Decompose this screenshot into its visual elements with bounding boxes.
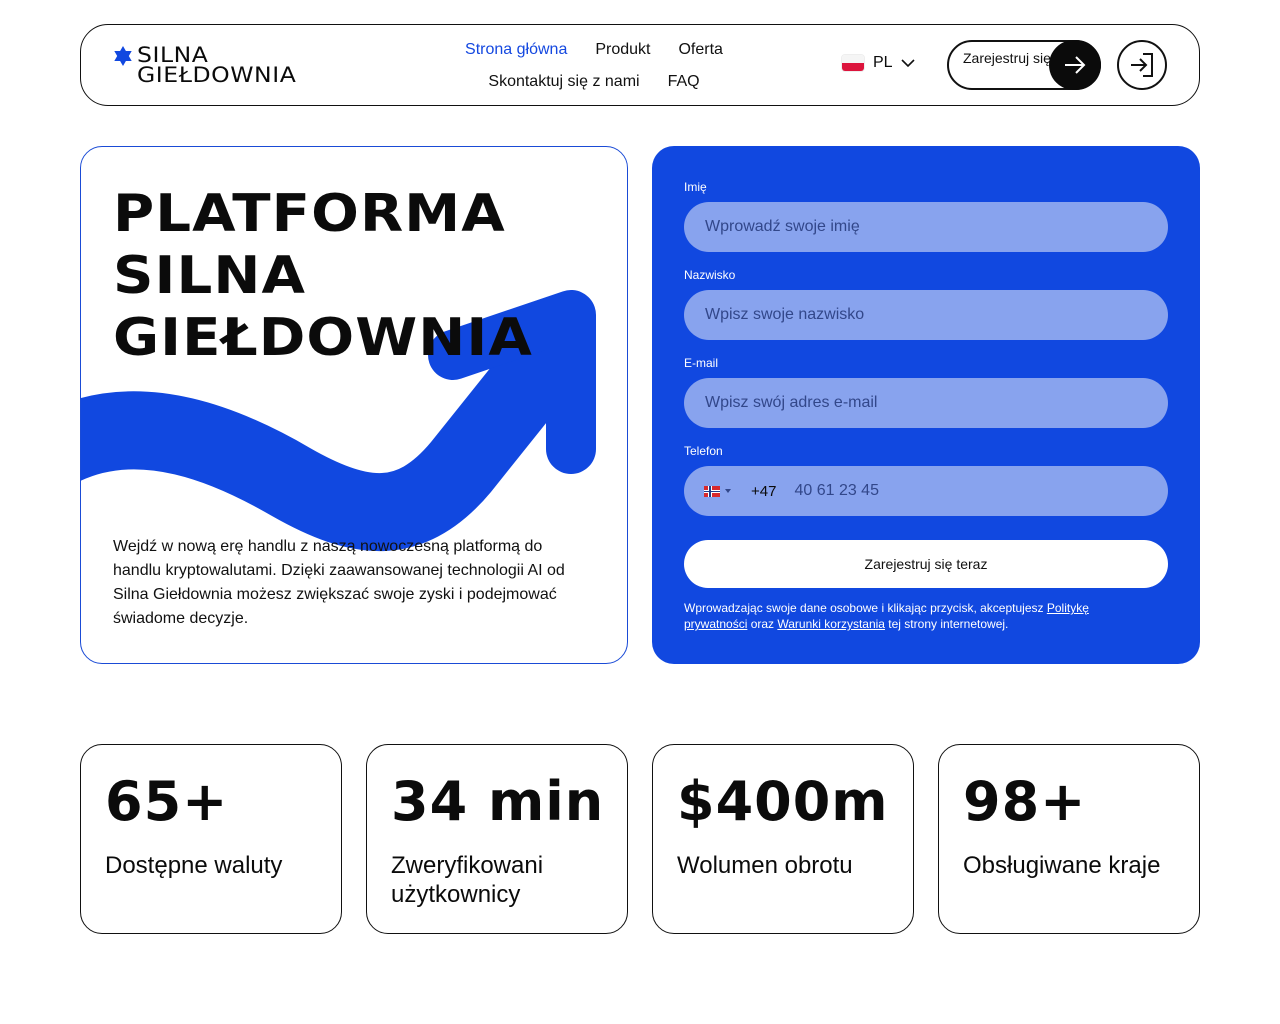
registration-form: Imię Nazwisko E-mail Telefon +47 Zarejes…	[652, 146, 1200, 664]
nav-link-faq[interactable]: FAQ	[668, 71, 700, 93]
hero-title-line-1: PLATFORMA	[113, 184, 506, 244]
phone-field: +47	[684, 466, 1168, 516]
legal-notice: Wprowadzając swoje dane osobowe i klikaj…	[684, 600, 1144, 632]
legal-text-after: tej strony internetowej.	[884, 617, 1009, 631]
norway-flag-icon[interactable]	[704, 485, 720, 497]
signup-arrow-circle	[1049, 40, 1101, 90]
first-name-label: Imię	[684, 180, 707, 194]
logo-line-2: GIEŁDOWNIA	[137, 63, 297, 87]
nav-link-contact[interactable]: Skontaktuj się z nami	[488, 71, 639, 93]
country-caret-icon[interactable]	[725, 489, 731, 493]
nav-link-product[interactable]: Produkt	[595, 39, 650, 61]
stat-card-countries: 98+ Obsługiwane kraje	[938, 744, 1200, 934]
signup-button-label: Zarejestruj się	[963, 50, 1051, 66]
phone-label: Telefon	[684, 444, 723, 458]
nav-row-1: Strona główna Produkt Oferta	[441, 39, 747, 61]
stat-card-users: 34 min Zweryfikowani użytkownicy	[366, 744, 628, 934]
stat-value: $400m	[677, 770, 889, 833]
phone-input[interactable]	[794, 482, 1095, 500]
stat-label: Obsługiwane kraje	[963, 852, 1161, 879]
login-icon	[1131, 53, 1153, 77]
stat-value: 65+	[105, 770, 229, 833]
stat-label: Zweryfikowani użytkownicy	[391, 852, 544, 908]
language-code: PL	[873, 54, 893, 71]
hero-card: PLATFORMA SILNA GIEŁDOWNIA Wejdź w nową …	[80, 146, 628, 664]
email-input[interactable]	[684, 378, 1168, 428]
poland-flag-icon	[841, 54, 865, 72]
legal-text-middle: oraz	[747, 617, 778, 631]
nav-link-offer[interactable]: Oferta	[678, 39, 722, 61]
login-button[interactable]	[1117, 40, 1167, 90]
hero-title: PLATFORMA SILNA GIEŁDOWNIA	[113, 183, 533, 369]
stat-card-currencies: 65+ Dostępne waluty	[80, 744, 342, 934]
star-of-david-icon	[114, 46, 132, 66]
submit-button[interactable]: Zarejestruj się teraz	[684, 540, 1168, 588]
stat-label: Wolumen obrotu	[677, 852, 853, 879]
signup-button[interactable]: Zarejestruj się	[947, 40, 1101, 90]
terms-link[interactable]: Warunki korzystania	[777, 617, 885, 631]
logo-text: SILNA GIEŁDOWNIA	[137, 43, 297, 87]
stat-label: Dostępne waluty	[105, 852, 283, 879]
first-name-input[interactable]	[684, 202, 1168, 252]
hero-description: Wejdź w nową erę handlu z naszą nowoczes…	[113, 538, 565, 627]
arrow-right-icon	[1065, 56, 1086, 74]
language-selector[interactable]: PL	[841, 54, 915, 72]
site-header: SILNA GIEŁDOWNIA Strona główna Produkt O…	[80, 24, 1200, 106]
logo-line-1: SILNA	[137, 43, 209, 67]
stat-card-volume: $400m Wolumen obrotu	[652, 744, 914, 934]
chevron-down-icon	[901, 59, 915, 68]
last-name-input[interactable]	[684, 290, 1168, 340]
logo[interactable]: SILNA GIEŁDOWNIA	[113, 45, 296, 86]
stat-value: 34 min	[391, 770, 605, 833]
email-label: E-mail	[684, 356, 719, 370]
hero-title-line-3: GIEŁDOWNIA	[113, 308, 533, 368]
stat-value: 98+	[963, 770, 1087, 833]
legal-text-before: Wprowadzając swoje dane osobowe i klikaj…	[684, 601, 1047, 615]
last-name-label: Nazwisko	[684, 268, 736, 282]
nav-row-2: Skontaktuj się z nami FAQ	[441, 71, 747, 93]
nav-link-home[interactable]: Strona główna	[465, 39, 567, 61]
phone-dial-code: +47	[751, 482, 777, 500]
hero-title-line-2: SILNA	[113, 246, 306, 306]
main-nav: Strona główna Produkt Oferta Skontaktuj …	[441, 39, 747, 93]
